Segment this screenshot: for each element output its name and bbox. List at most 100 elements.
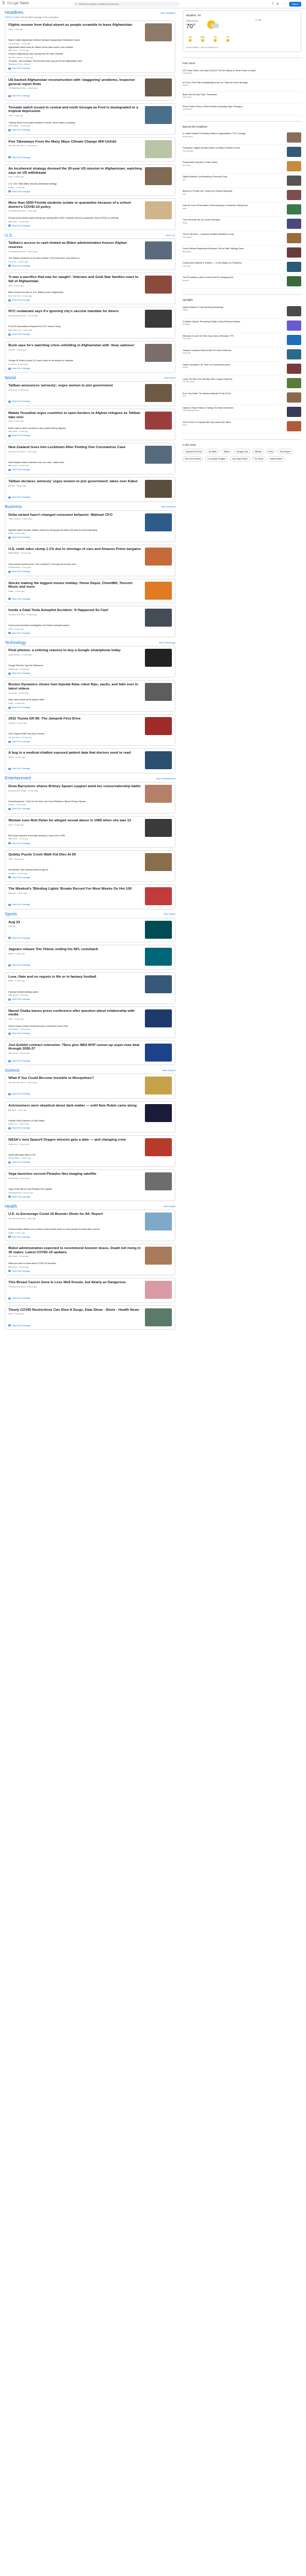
story-image[interactable] — [145, 1103, 172, 1122]
story-title[interactable]: Aug 23 — [8, 921, 142, 925]
topic-chip[interactable]: Chicago Cubs — [234, 449, 251, 455]
side-story-image[interactable] — [287, 161, 301, 172]
full-coverage-link[interactable]: View Full Coverage — [8, 1236, 172, 1239]
story-image[interactable] — [145, 1138, 172, 1156]
section-title[interactable]: Business — [5, 504, 22, 510]
story-image[interactable] — [145, 920, 172, 939]
side-story-title[interactable]: Lucky The Bull: The Irish Man Who Caught… — [183, 378, 284, 380]
side-story-title[interactable]: Out of Left Field — American Idealism Ba… — [183, 233, 284, 235]
side-story-image[interactable] — [287, 219, 301, 229]
section-title[interactable]: World — [5, 376, 16, 381]
side-story-title[interactable]: Digital Addiction: Are Breaking a Person… — [183, 176, 284, 178]
full-coverage-link[interactable]: View Full Coverage — [8, 1127, 172, 1130]
topic-chip[interactable]: Tropical Storm Fred — [183, 449, 205, 455]
section-more-link[interactable]: More U.S. — [166, 234, 175, 237]
story[interactable]: What If You Could Become Invisible to Mo… — [8, 1077, 172, 1095]
related-story-title[interactable]: Afghanistan latest news as Taliban force… — [8, 46, 172, 49]
side-story[interactable]: Biden Did Not Say 'Hello, Tennessee' Fact… — [183, 92, 301, 104]
side-story-image[interactable] — [287, 363, 301, 374]
full-coverage-link[interactable]: View Full Coverage — [8, 434, 172, 437]
story[interactable]: More than 5000 Florida students isolate … — [8, 201, 172, 220]
full-coverage-link[interactable]: View Full Coverage — [8, 225, 172, 228]
story[interactable]: Woman sues Bob Dylan for alleged sexual … — [8, 819, 172, 837]
side-story-title[interactable]: Time Prevents Use Us of Auto Extended — [183, 219, 284, 221]
side-story-title[interactable]: How the Cost of Evacuation is Recovering… — [183, 204, 284, 207]
side-story-image[interactable] — [287, 306, 301, 316]
story-title[interactable]: NASA's next SpaceX Dragon mission gets a… — [8, 1138, 142, 1142]
topic-chip[interactable]: Taliban — [221, 449, 232, 455]
story-title[interactable]: 'It was a sacrifice that was for naught'… — [8, 276, 142, 283]
side-story-title[interactable]: Covid Hollows Restaurants Business' Fall… — [183, 247, 284, 250]
story-image[interactable] — [145, 167, 172, 186]
story-image[interactable] — [145, 1172, 172, 1191]
story-image[interactable] — [145, 649, 172, 667]
side-story[interactable]: The EU pushes a plan to reduce the EV ch… — [183, 274, 301, 289]
story-title[interactable]: The Weeknd's 'Blinding Lights' Breaks Re… — [8, 887, 142, 891]
story[interactable]: Flights resume from Kabul airport as peo… — [8, 23, 172, 42]
story[interactable]: Pixel phones: a enticing reasons to buy … — [8, 649, 172, 667]
story[interactable]: Drew Barrymore shares Britney Spears sup… — [8, 784, 172, 803]
side-story-image[interactable] — [287, 233, 301, 244]
topic-chip[interactable]: Joe Biden — [206, 449, 220, 455]
side-story[interactable]: Opinion | Paper Pants Is Training The Ne… — [183, 405, 301, 419]
apps-icon[interactable]: ⋮⋮ — [282, 2, 288, 7]
story-title[interactable]: Love, Hate and no regrets in life or in … — [8, 975, 142, 979]
story[interactable]: Jaguars release Tim Tebow, ending his NF… — [8, 948, 172, 966]
side-story[interactable]: Windows 11 won't be Free If you have a W… — [183, 333, 301, 347]
story-title[interactable]: Astronomers were skeptical about dark ma… — [8, 1104, 142, 1108]
side-story-image[interactable] — [287, 204, 301, 215]
story[interactable]: Biden administration expected to recomme… — [8, 1247, 172, 1265]
story-image[interactable] — [145, 310, 172, 328]
story-image[interactable] — [145, 1308, 172, 1326]
story-title[interactable]: 2022 Toyota GR 86: The Jalopnik First Dr… — [8, 717, 142, 721]
story[interactable]: Five Takeaways From the Many Ways Climat… — [8, 140, 172, 158]
full-coverage-link[interactable]: View Full Coverage — [8, 808, 172, 811]
side-story[interactable]: How the Cost of Evacuation is Recovering… — [183, 202, 301, 217]
full-coverage-link[interactable]: View Full Coverage — [8, 1270, 172, 1273]
side-story-title[interactable]: Fundraiser: Afghan Woman Swims to Safety… — [183, 147, 284, 149]
section-title[interactable]: Sports — [5, 912, 17, 917]
story[interactable]: This Breast Cancer Gene Is Less Well Kno… — [8, 1281, 172, 1299]
full-coverage-link[interactable]: View Full Coverage — [8, 876, 172, 879]
full-coverage-link[interactable]: View Full Coverage — [8, 1196, 172, 1199]
story-image[interactable] — [145, 105, 172, 124]
side-story[interactable]: Covid Hollows Restaurants Business' Fall… — [183, 246, 301, 261]
side-story-title[interactable]: In Latest Scathed Fredrickton Album in A… — [183, 132, 284, 135]
topic-chip[interactable]: New York Yankees — [183, 456, 204, 462]
side-story-image[interactable] — [287, 176, 301, 186]
full-coverage-link[interactable]: View Full Coverage — [8, 333, 172, 336]
section-more-link[interactable]: More Science — [162, 1069, 175, 1072]
story-image[interactable] — [145, 975, 172, 993]
story[interactable]: Bush says he's watching crisis unfolding… — [8, 344, 172, 362]
story-image[interactable] — [145, 513, 172, 531]
story-image[interactable] — [145, 411, 172, 430]
side-story[interactable]: Is it True That Delta Hospitalizations A… — [183, 80, 301, 92]
settings-icon[interactable]: ⚙ — [277, 2, 279, 7]
sign-in-button[interactable]: Sign in — [289, 2, 301, 7]
story-title[interactable]: Biden administration expected to recomme… — [8, 1247, 142, 1254]
story-image[interactable] — [145, 1009, 172, 1027]
story[interactable]: Taliban's access to cash limited as Bide… — [8, 241, 172, 260]
full-coverage-link[interactable]: View Full Coverage — [8, 67, 172, 70]
section-title[interactable]: Health — [5, 1204, 17, 1210]
story-image[interactable] — [145, 384, 172, 403]
side-story-image[interactable] — [287, 349, 301, 359]
story-image[interactable] — [145, 1213, 172, 1231]
story-title[interactable]: Drew Barrymore shares Britney Spears sup… — [8, 785, 142, 789]
story[interactable]: Tornado watch issued in central and nort… — [8, 105, 172, 124]
side-story-image[interactable] — [287, 132, 301, 143]
story[interactable]: A bug in a medical-chatbot exposed patie… — [8, 751, 172, 770]
full-coverage-link[interactable]: View Full Coverage — [8, 706, 172, 709]
topic-chip[interactable]: Tim Tebow — [252, 456, 266, 462]
side-story-title[interactable]: Gates Foundation: It's Time For Governme… — [183, 364, 284, 366]
story-title[interactable]: Tornado watch issued in central and nort… — [8, 106, 142, 114]
full-coverage-link[interactable]: View Full Coverage — [8, 672, 172, 675]
story-title[interactable]: U.S. retail sales slump 1.1% due to shor… — [8, 548, 142, 552]
story-image[interactable] — [145, 1247, 172, 1265]
section-more-link[interactable]: More Health — [163, 1205, 175, 1208]
side-story[interactable]: Jacques Cousteau Returns After 30 Years … — [183, 347, 301, 362]
side-story[interactable]: Gates Foundation: It's Time For Governme… — [183, 362, 301, 376]
section-more-link[interactable]: More Technology — [159, 642, 175, 645]
side-story[interactable]: Lucky The Bull: The Irish Man Who Caught… — [183, 376, 301, 391]
story-title[interactable]: Taliban declares 'amnesty' urges women t… — [8, 480, 142, 484]
